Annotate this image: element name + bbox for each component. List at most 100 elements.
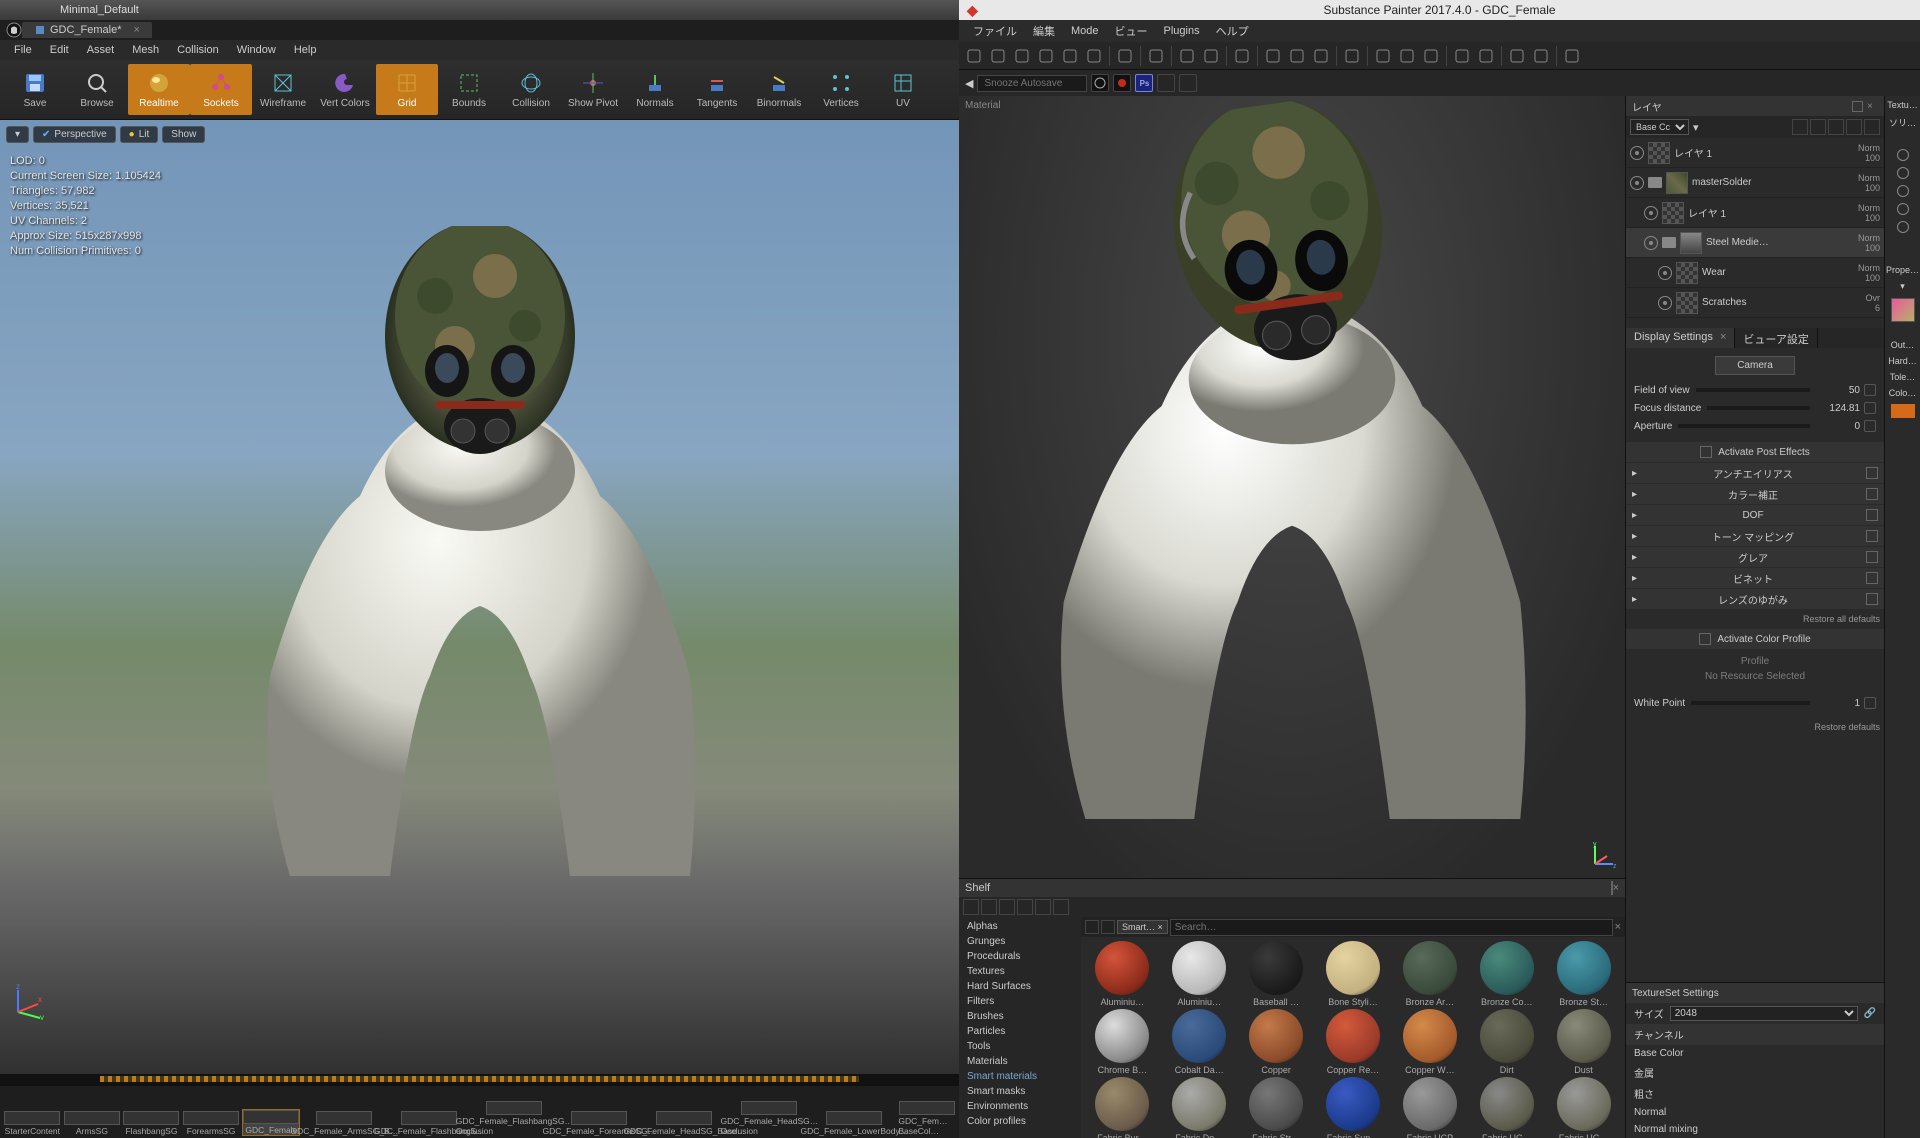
asset-slot[interactable]: GDC_Female_HeadSG_Base… <box>643 1111 725 1136</box>
material-item[interactable]: Fabric UC… <box>1469 1077 1544 1138</box>
reset-icon[interactable] <box>1864 402 1876 414</box>
visibility-icon[interactable] <box>1897 185 1909 197</box>
visibility-icon[interactable] <box>1897 167 1909 179</box>
shelf-category[interactable]: Procedurals <box>959 949 1081 964</box>
binormals-button[interactable]: Binormals <box>748 64 810 115</box>
symmetry-icon[interactable] <box>1145 45 1167 67</box>
hide-icon[interactable] <box>1506 45 1528 67</box>
layer-row[interactable]: ScratchesOvr6 <box>1626 288 1884 318</box>
perspective-button[interactable]: ✔Perspective <box>33 126 116 143</box>
shelf-view2-icon[interactable] <box>1035 899 1051 915</box>
shelf-import-icon[interactable] <box>1053 899 1069 915</box>
perspective-icon[interactable] <box>1451 45 1473 67</box>
menu-ヘルプ[interactable]: ヘルプ <box>1210 23 1255 39</box>
ue-viewport[interactable]: ▾ ✔Perspective ●Lit Show LOD: 0Current S… <box>0 120 959 1074</box>
viewport-menu-button[interactable]: ▾ <box>6 126 29 143</box>
activate-color-profile-button[interactable]: Activate Color Profile <box>1626 629 1884 649</box>
material-item[interactable]: Bone Styli… <box>1316 941 1391 1007</box>
menu-ビュー[interactable]: ビュー <box>1109 23 1154 39</box>
param-slider[interactable] <box>1678 424 1810 428</box>
shelf-category[interactable]: Tools <box>959 1039 1081 1054</box>
menu-collision[interactable]: Collision <box>171 44 225 56</box>
photoshop-icon[interactable]: Ps <box>1135 74 1153 92</box>
mask-icon[interactable] <box>1176 45 1198 67</box>
add-effect-icon[interactable] <box>1810 119 1826 135</box>
material-item[interactable]: Fabric Sup… <box>1316 1077 1391 1138</box>
material-item[interactable]: Fabric Bur… <box>1085 1077 1160 1138</box>
layer-row[interactable]: レイヤ 1Norm100 <box>1626 138 1884 168</box>
iray-icon[interactable] <box>1341 45 1363 67</box>
menu-help[interactable]: Help <box>288 44 323 56</box>
bounds-button[interactable]: Bounds <box>438 64 500 115</box>
checkbox[interactable] <box>1866 551 1878 563</box>
shelf-category[interactable]: Materials <box>959 1054 1081 1069</box>
layer-row[interactable]: レイヤ 1Norm100 <box>1626 198 1884 228</box>
material-item[interactable]: Cobalt Da… <box>1162 1009 1237 1075</box>
tab-viewer-settings[interactable]: ビューア設定 <box>1735 328 1818 348</box>
lit-button[interactable]: ●Lit <box>120 126 159 143</box>
asset-slot[interactable]: ForearmsSG <box>183 1111 240 1136</box>
shelf-fwd-icon[interactable] <box>999 899 1015 915</box>
ortho-icon[interactable] <box>1475 45 1497 67</box>
white-point-slider[interactable] <box>1691 701 1810 705</box>
help-icon[interactable] <box>1561 45 1583 67</box>
effect-section[interactable]: ▸DOF <box>1626 505 1884 525</box>
param-slider[interactable] <box>1696 388 1810 392</box>
material-item[interactable]: Fabric Str… <box>1239 1077 1314 1138</box>
material-item[interactable]: Fabric Do… <box>1162 1077 1237 1138</box>
projection-icon[interactable] <box>1011 45 1033 67</box>
layer-row[interactable]: Steel Medie…Norm100 <box>1626 228 1884 258</box>
material-item[interactable]: Dust <box>1546 1009 1621 1075</box>
menu-asset[interactable]: Asset <box>81 44 121 56</box>
param-value[interactable]: 124.81 <box>1816 403 1860 414</box>
asset-slot[interactable]: GDC_Female_LowerBody… <box>813 1111 895 1136</box>
checkbox[interactable] <box>1866 488 1878 500</box>
material-item[interactable]: Copper W… <box>1392 1009 1467 1075</box>
restore-defaults-button-2[interactable]: Restore defaults <box>1626 718 1884 736</box>
checkbox[interactable] <box>1866 593 1878 605</box>
visibility-icon[interactable] <box>1897 149 1909 161</box>
sort-icon[interactable] <box>1101 920 1115 934</box>
edge-label-solid[interactable]: ソリ… <box>1889 116 1916 129</box>
sp-viewport[interactable]: Material <box>959 96 1625 878</box>
restore-defaults-button[interactable]: Restore all defaults <box>1626 610 1884 628</box>
asset-slot[interactable]: StarterContent <box>4 1111 61 1136</box>
add-folder-icon[interactable] <box>1846 119 1862 135</box>
menu-Plugins[interactable]: Plugins <box>1158 25 1206 37</box>
channel-row[interactable]: Normal <box>1626 1104 1884 1121</box>
polygon-icon[interactable] <box>1200 45 1222 67</box>
param-slider[interactable] <box>1707 406 1810 410</box>
menu-edit[interactable]: Edit <box>44 44 75 56</box>
ue-document-tab[interactable]: GDC_Female* × <box>22 22 152 38</box>
shelf-search-input[interactable] <box>1170 919 1613 936</box>
shelf-home-icon[interactable] <box>963 899 979 915</box>
white-point-value[interactable]: 1 <box>1816 698 1860 709</box>
shelf-filter-tag[interactable]: Smart… × <box>1117 920 1168 934</box>
checkbox[interactable] <box>1866 467 1878 479</box>
normals-button[interactable]: Normals <box>624 64 686 115</box>
menu-mesh[interactable]: Mesh <box>126 44 165 56</box>
show-button[interactable]: Show <box>162 126 205 143</box>
save-button[interactable]: Save <box>4 64 66 115</box>
tangents-button[interactable]: Tangents <box>686 64 748 115</box>
shelf-back-icon[interactable] <box>981 899 997 915</box>
3d-icon[interactable] <box>1286 45 1308 67</box>
clone-icon[interactable] <box>1083 45 1105 67</box>
effect-section[interactable]: ▸アンチエイリアス <box>1626 463 1884 483</box>
pause-icon[interactable] <box>1420 45 1442 67</box>
grid-button[interactable]: Grid <box>376 64 438 115</box>
visibility-icon[interactable] <box>1630 146 1644 160</box>
asset-slot[interactable]: GDC_Female_ArmsSG_B… <box>303 1111 385 1136</box>
sockets-button[interactable]: Sockets <box>190 64 252 115</box>
uv-button[interactable]: UV <box>872 64 934 115</box>
collision-button[interactable]: Collision <box>500 64 562 115</box>
realtime-button[interactable]: Realtime <box>128 64 190 115</box>
edge-label-prop[interactable]: Prope… <box>1886 265 1919 275</box>
channel-row[interactable]: 粗さ <box>1626 1083 1884 1104</box>
asset-slot[interactable]: ArmsSG <box>64 1111 121 1136</box>
add-mask-icon[interactable] <box>1792 119 1808 135</box>
shelf-category[interactable]: Hard Surfaces <box>959 979 1081 994</box>
material-item[interactable]: Aluminiu… <box>1162 941 1237 1007</box>
visibility-icon[interactable] <box>1644 206 1658 220</box>
chevron-left-icon[interactable]: ◀ <box>965 77 973 90</box>
